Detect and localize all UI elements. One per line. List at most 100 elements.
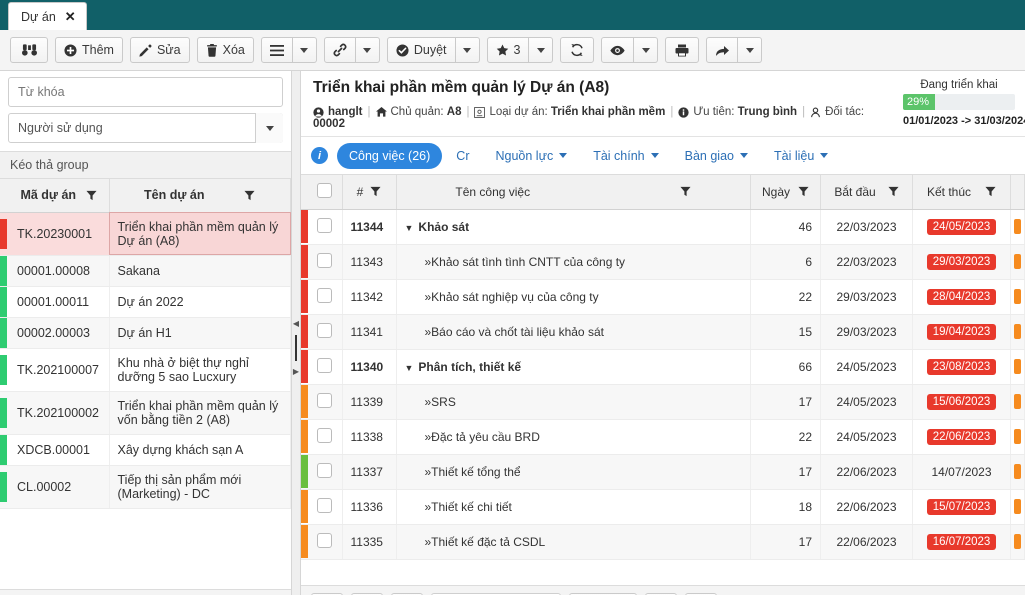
menu-dropdown-button[interactable] <box>292 37 317 63</box>
column-header-ket-thuc[interactable]: Kết thúc <box>912 175 1011 210</box>
project-detail-panel: Triển khai phần mềm quản lý Dự án (A8) h… <box>301 71 1025 595</box>
edit-button[interactable]: Sửa <box>129 37 190 63</box>
user-select-dropdown-button[interactable] <box>255 113 283 143</box>
task-start-cell: 22/03/2023 <box>820 244 913 280</box>
filter-icon[interactable] <box>798 186 809 197</box>
user-select-input[interactable] <box>8 113 283 143</box>
keyword-input[interactable] <box>8 77 283 107</box>
table-row[interactable]: 11336 »Thiết kế chi tiết 18 22/06/2023 15/07… <box>301 489 1025 525</box>
column-header-ten-du-an[interactable]: Tên dự án <box>109 179 291 213</box>
row-select-cell[interactable] <box>308 524 343 560</box>
column-header-ma-du-an[interactable]: Mã dự án <box>9 179 110 213</box>
window-tab-du-an[interactable]: Dự án ✕ <box>8 2 87 30</box>
star-button[interactable]: 3 <box>486 37 530 63</box>
select-all-checkbox[interactable] <box>317 182 333 198</box>
row-select-cell[interactable] <box>308 314 343 350</box>
table-row[interactable]: TK.202100007 Khu nhà ở biệt thự nghỉ dưỡn… <box>0 348 291 392</box>
row-checkbox[interactable] <box>317 252 333 268</box>
row-checkbox[interactable] <box>317 532 333 548</box>
table-row[interactable]: 11340 ▼ Phân tích, thiết kế 66 24/05/2023 23/… <box>301 349 1025 385</box>
table-row[interactable]: TK.20230001 Triển khai phần mềm quản lý D… <box>0 212 291 256</box>
share-dropdown-button[interactable] <box>738 37 763 63</box>
expand-caret-icon[interactable]: ▼ <box>405 363 414 373</box>
link-dropdown-button[interactable] <box>355 37 380 63</box>
column-header-ten-cong-viec[interactable]: Tên công việc <box>396 175 751 210</box>
row-select-cell[interactable] <box>308 349 343 385</box>
table-row[interactable]: 11343 »Khảo sát tình tình CNTT của công t… <box>301 244 1025 280</box>
approve-button-group: Duyệt <box>386 37 480 63</box>
approve-button[interactable]: Duyệt <box>386 37 456 63</box>
row-checkbox[interactable] <box>317 322 333 338</box>
column-header-ngay[interactable]: Ngày <box>750 175 821 210</box>
filter-icon[interactable] <box>888 186 899 197</box>
filter-icon[interactable] <box>244 190 256 201</box>
row-select-cell[interactable] <box>308 244 343 280</box>
tab-t-i-li-u[interactable]: Tài liệu <box>762 143 840 169</box>
table-row[interactable]: 11339 »SRS 17 24/05/2023 15/06/2023 <box>301 384 1025 420</box>
filter-icon[interactable] <box>86 190 97 201</box>
splitter-collapse-left-icon[interactable]: ◀ <box>293 320 299 328</box>
panel-splitter[interactable]: ◀ ▶ <box>292 71 301 595</box>
search-button[interactable] <box>10 37 48 63</box>
row-checkbox[interactable] <box>317 357 333 373</box>
table-row[interactable]: 11342 »Khảo sát nghiệp vụ của công ty 22 29… <box>301 279 1025 315</box>
user-icon <box>313 106 324 118</box>
table-row[interactable]: 11338 »Đặc tả yêu cầu BRD 22 24/05/2023 22/0… <box>301 419 1025 455</box>
table-row[interactable]: 11337 »Thiết kế tổng thể 17 22/06/2023 14/07… <box>301 454 1025 490</box>
view-button[interactable] <box>601 37 635 63</box>
tab-c-ng-vi-c-26[interactable]: Công việc (26) <box>337 142 443 169</box>
column-header-id[interactable]: # <box>342 175 397 210</box>
share-button[interactable] <box>706 37 739 63</box>
tab-b-n-giao[interactable]: Bàn giao <box>673 143 760 169</box>
table-row[interactable]: TK.202100002 Triển khai phần mềm quản lý … <box>0 391 291 435</box>
row-select-cell[interactable] <box>308 419 343 455</box>
row-select-cell[interactable] <box>308 489 343 525</box>
delete-button[interactable]: Xóa <box>196 37 254 63</box>
view-dropdown-button[interactable] <box>634 37 659 63</box>
link-button[interactable] <box>323 37 356 63</box>
print-button[interactable] <box>665 37 700 63</box>
close-icon[interactable]: ✕ <box>65 10 76 23</box>
menu-button[interactable] <box>260 37 293 63</box>
expand-caret-icon[interactable]: ▼ <box>405 223 414 233</box>
task-end-cell: 24/05/2023 <box>912 209 1011 245</box>
group-dropzone[interactable]: Kéo thả group <box>0 151 291 179</box>
table-row[interactable]: 11341 »Báo cáo và chốt tài liệu khảo sát 1… <box>301 314 1025 350</box>
table-row[interactable]: CL.00002 Tiếp thị sản phẩm mới (Marketing… <box>0 465 291 509</box>
splitter-handle[interactable] <box>295 335 297 361</box>
column-header-bat-dau[interactable]: Bắt đầu <box>820 175 913 210</box>
row-select-cell[interactable] <box>308 279 343 315</box>
table-row[interactable]: 11335 »Thiết kế đặc tả CSDL 17 22/06/2023 16… <box>301 524 1025 560</box>
refresh-button[interactable] <box>560 37 595 63</box>
table-row[interactable]: XDCB.00001 Xây dựng khách sạn A <box>0 434 291 466</box>
select-all-header[interactable] <box>308 175 343 210</box>
splitter-collapse-right-icon[interactable]: ▶ <box>293 368 299 376</box>
row-checkbox[interactable] <box>317 287 333 303</box>
info-tab-icon[interactable]: i <box>311 147 328 164</box>
star-dropdown-button[interactable] <box>529 37 554 63</box>
filter-icon[interactable] <box>985 186 996 197</box>
approve-dropdown-button[interactable] <box>455 37 480 63</box>
row-select-cell[interactable] <box>308 454 343 490</box>
row-checkbox[interactable] <box>317 427 333 443</box>
row-checkbox[interactable] <box>317 497 333 513</box>
row-select-cell[interactable] <box>308 209 343 245</box>
table-row[interactable]: 00001.00008 Sakana <box>0 255 291 287</box>
tab-cr[interactable]: Cr <box>444 143 481 169</box>
add-button[interactable]: Thêm <box>55 37 123 63</box>
row-checkbox[interactable] <box>317 217 333 233</box>
row-checkbox[interactable] <box>317 462 333 478</box>
filter-icon[interactable] <box>370 186 381 197</box>
row-color-strip <box>0 348 9 392</box>
tab-ngu-n-l-c[interactable]: Nguồn lực <box>484 143 580 169</box>
filter-icon[interactable] <box>680 186 691 197</box>
user-select[interactable] <box>8 113 283 143</box>
task-tail-cell <box>1010 349 1025 385</box>
tab-t-i-ch-nh[interactable]: Tài chính <box>581 143 670 169</box>
chevron-down-icon <box>363 47 372 53</box>
table-row[interactable]: 00001.00011 Dự án 2022 <box>0 286 291 318</box>
table-row[interactable]: 11344 ▼ Khảo sát 46 22/03/2023 24/05/2023 <box>301 209 1025 245</box>
table-row[interactable]: 00002.00003 Dự án H1 <box>0 317 291 349</box>
row-select-cell[interactable] <box>308 384 343 420</box>
row-checkbox[interactable] <box>317 392 333 408</box>
